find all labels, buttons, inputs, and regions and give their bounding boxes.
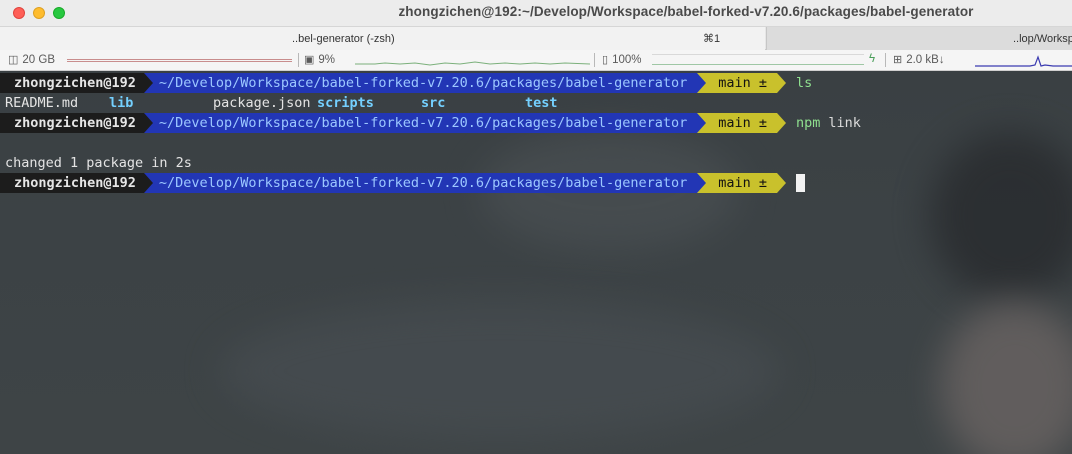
prompt-path: ~/Develop/Workspace/babel-forked-v7.20.6… xyxy=(152,173,698,193)
tab-workspace[interactable]: ..lop/Workspace/babel-forked-v7.20.6/pac… xyxy=(766,27,1072,50)
battery-graph xyxy=(652,54,864,65)
command: ls xyxy=(796,75,813,91)
prompt-git: main ± xyxy=(706,173,778,193)
network-icon: ⊞ xyxy=(893,54,903,66)
prompt-path: ~/Develop/Workspace/babel-forked-v7.20.6… xyxy=(152,113,698,133)
command-arg: link xyxy=(828,115,861,131)
text-cursor[interactable] xyxy=(796,174,806,192)
powerline-separator xyxy=(777,173,787,193)
cpu-status: ▣ 9% xyxy=(304,53,336,67)
background-shape xyxy=(940,301,1072,454)
prompt-git: main ± xyxy=(706,113,778,133)
background-shape xyxy=(220,301,780,441)
prompt-line: zhongzichen@192 ~/Develop/Workspace/babe… xyxy=(0,73,812,93)
powerline-separator xyxy=(143,73,153,93)
window-controls xyxy=(13,7,65,19)
disk-icon: ◫ xyxy=(8,54,19,66)
current-prompt-line: zhongzichen@192 ~/Develop/Workspace/babe… xyxy=(0,173,806,193)
powerline-separator xyxy=(697,113,707,133)
zoom-button[interactable] xyxy=(53,7,65,19)
battery-icon: ▯ xyxy=(602,54,609,66)
network-status: ⊞ 2.0 kB↓ xyxy=(893,53,945,67)
cpu-icon: ▣ xyxy=(304,54,315,66)
tab-babel-generator[interactable]: ..bel-generator (-zsh) ⌘1 xyxy=(0,27,765,50)
title-bar: zhongzichen@192:~/Develop/Workspace/babe… xyxy=(0,0,1072,26)
prompt-user: zhongzichen@192 xyxy=(0,173,144,193)
prompt-line: zhongzichen@192 ~/Develop/Workspace/babe… xyxy=(0,113,861,133)
divider xyxy=(298,53,299,67)
charging-icon: ϟ xyxy=(869,53,876,65)
disk-status: ◫ 20 GB xyxy=(8,53,56,67)
prompt-git: main ± xyxy=(706,73,778,93)
disk-usage-graph xyxy=(67,59,292,62)
ls-item: README.md xyxy=(5,95,79,111)
battery-status: ▯ 100% xyxy=(602,53,642,67)
command: npm xyxy=(796,115,821,131)
ls-item: scripts xyxy=(317,95,374,111)
git-branch: main ± xyxy=(718,75,768,91)
prompt-path: ~/Develop/Workspace/babel-forked-v7.20.6… xyxy=(152,73,698,93)
output-line: changed 1 package in 2s xyxy=(0,153,192,173)
prompt-user: zhongzichen@192 xyxy=(0,73,144,93)
close-button[interactable] xyxy=(13,7,25,19)
divider xyxy=(594,53,595,67)
npm-output: changed 1 package in 2s xyxy=(5,155,192,171)
divider xyxy=(885,53,886,67)
ls-item: package.json xyxy=(213,95,311,111)
tab-label: ..bel-generator (-zsh) xyxy=(292,32,395,45)
network-value: 2.0 kB↓ xyxy=(906,53,945,66)
ls-item: lib xyxy=(109,95,134,111)
terminal-content[interactable]: zhongzichen@192 ~/Develop/Workspace/babe… xyxy=(0,71,1072,454)
battery-value: 100% xyxy=(612,53,642,66)
cpu-value: 9% xyxy=(318,53,336,66)
powerline-separator xyxy=(143,113,153,133)
terminal-window: zhongzichen@192:~/Develop/Workspace/babe… xyxy=(0,0,1072,454)
git-branch: main ± xyxy=(718,115,768,131)
powerline-separator xyxy=(697,173,707,193)
ls-item: src xyxy=(421,95,446,111)
ls-item: test xyxy=(525,95,558,111)
network-graph xyxy=(975,55,1072,67)
powerline-separator xyxy=(777,73,787,93)
tab-label: ..lop/Workspace/babel-forked-v7.20.6/pac… xyxy=(1013,32,1072,45)
cpu-usage-graph xyxy=(355,61,590,66)
tab-shortcut: ⌘1 xyxy=(703,33,721,45)
tab-bar: ..bel-generator (-zsh) ⌘1 ..lop/Workspac… xyxy=(0,26,1072,50)
powerline-separator xyxy=(697,73,707,93)
disk-value: 20 GB xyxy=(22,53,56,66)
window-title: zhongzichen@192:~/Develop/Workspace/babe… xyxy=(398,4,974,19)
prompt-user: zhongzichen@192 xyxy=(0,113,144,133)
minimize-button[interactable] xyxy=(33,7,45,19)
background-shape xyxy=(930,131,1072,301)
powerline-separator xyxy=(143,173,153,193)
powerline-separator xyxy=(777,113,787,133)
status-bar: ◫ 20 GB ▣ 9% ▯ 100% ϟ ⊞ 2.0 kB↓ xyxy=(0,50,1072,71)
git-branch: main ± xyxy=(718,175,768,191)
